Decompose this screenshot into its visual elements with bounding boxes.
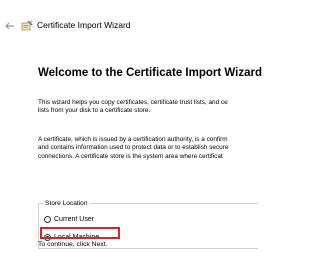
description-line-3: connections. A certificate store is the …	[38, 152, 223, 160]
certificate-description-paragraph: A certificate, which is issued by a cert…	[38, 136, 228, 161]
description-line-2: and contains information used to protect…	[38, 144, 229, 152]
certificate-wizard-icon	[21, 19, 33, 31]
local-machine-label: Local Machine	[54, 233, 100, 241]
window-title: Certificate Import Wizard	[37, 20, 131, 30]
intro-line-1: This wizard helps you copy certificates,…	[38, 99, 228, 106]
title-bar: Certificate Import Wizard	[0, 0, 244, 40]
intro-line-2: lists from your disk to a certificate st…	[38, 107, 151, 115]
current-user-option[interactable]: Current User	[44, 214, 94, 224]
store-location-legend: Store Location	[43, 199, 90, 208]
current-user-label: Current User	[54, 215, 95, 223]
page-heading: Welcome to the Certificate Import Wizard	[38, 67, 262, 79]
continue-instruction: To continue, click Next.	[38, 241, 108, 248]
back-arrow-icon[interactable]	[4, 20, 16, 32]
local-machine-radio[interactable]	[44, 233, 51, 241]
description-line-1: A certificate, which is issued by a cert…	[38, 136, 228, 143]
intro-paragraph: This wizard helps you copy certificates,…	[38, 99, 228, 116]
current-user-radio[interactable]	[44, 215, 51, 223]
